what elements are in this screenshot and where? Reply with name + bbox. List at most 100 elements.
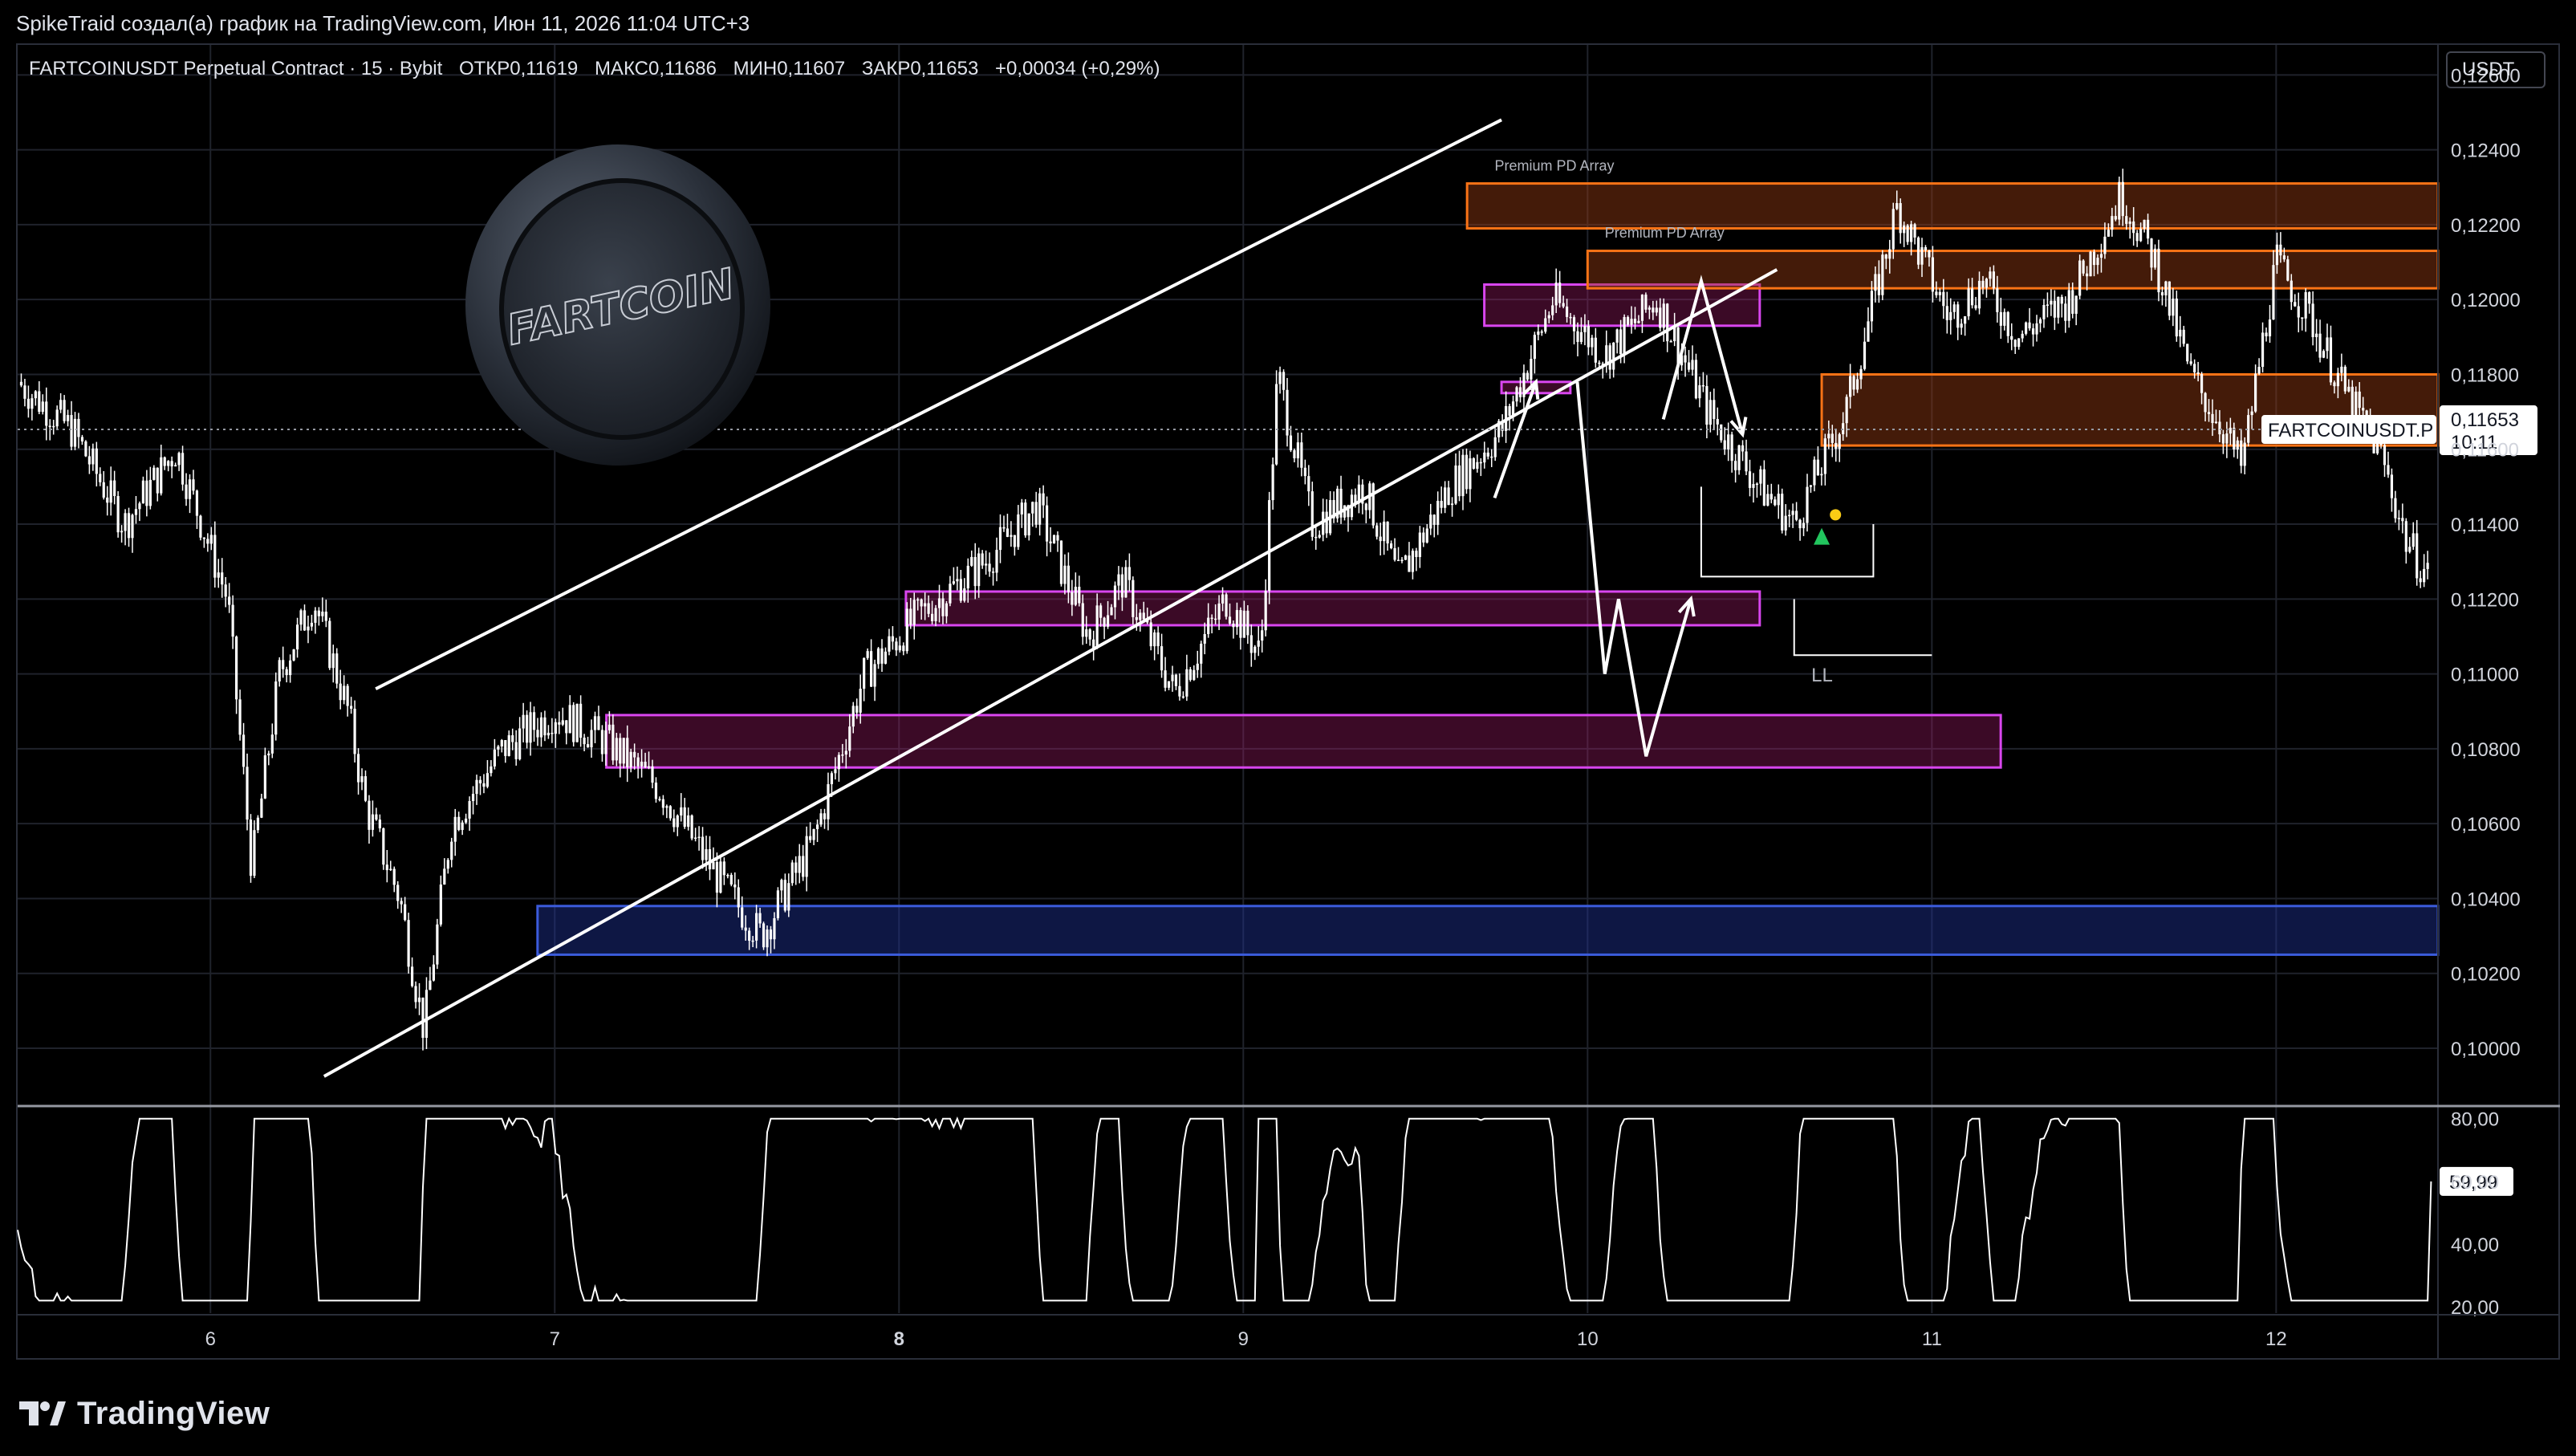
candle-body [2426, 563, 2429, 569]
y-tick-label: 0,11600 [2451, 440, 2519, 462]
structure-bracket [1700, 486, 1875, 578]
candle-body [99, 474, 102, 482]
candle-body [1171, 674, 1174, 681]
candle-body [1794, 510, 1798, 520]
candle-body [2265, 332, 2268, 337]
candle-body [1303, 467, 1306, 477]
candle-body [249, 820, 253, 876]
oscillator-tick-label: 60,00 [2451, 1172, 2499, 1194]
candle-body [1142, 612, 1145, 620]
x-tick-label: 10 [1577, 1328, 1599, 1350]
candle-body [1626, 317, 1630, 325]
candle-body [719, 861, 722, 893]
candle-body [2025, 322, 2028, 334]
candle-body [263, 755, 266, 799]
candle-body [815, 824, 819, 829]
candle-body [321, 612, 324, 616]
structure-bracket [1793, 599, 1932, 657]
candle-body [1063, 565, 1067, 584]
candle-body [2082, 260, 2085, 274]
candle-body [199, 515, 202, 538]
candle-body [1648, 307, 1651, 310]
candle-body [2172, 298, 2175, 316]
candle-body [465, 818, 468, 823]
candle-body [1938, 291, 1941, 295]
chart-canvas[interactable]: Premium PD Array Premium PD Array LL FARTCO… [0, 0, 2576, 1456]
candle-body [1870, 291, 1874, 322]
candle-body [776, 890, 780, 918]
candle-body [1404, 555, 1408, 560]
candle-body [400, 901, 403, 905]
candle-body [1235, 610, 1239, 628]
candle-body [1569, 316, 1572, 319]
candle-body [138, 503, 141, 510]
candle-body [30, 398, 34, 409]
candle-body [586, 744, 590, 748]
candle-body [668, 806, 672, 819]
candle-body [70, 415, 73, 447]
candle-body [1013, 535, 1016, 547]
candle-body [579, 703, 583, 738]
candle-body [1425, 528, 1428, 543]
candle-body [2204, 392, 2207, 413]
candle-body [1942, 291, 1945, 307]
candle-body [1591, 337, 1594, 348]
candle-body [160, 457, 163, 494]
candle-body [1006, 528, 1010, 537]
candle-body [715, 862, 719, 893]
candle-body [439, 885, 442, 925]
candle-body [895, 641, 898, 651]
candle-body [192, 479, 195, 491]
candle-body [2416, 533, 2419, 579]
candle-body [1928, 250, 1931, 258]
candle-body [930, 613, 934, 621]
candle-body [629, 751, 632, 767]
candle-body [339, 683, 342, 701]
x-tick-label: 7 [550, 1328, 560, 1350]
candle-body [2397, 518, 2400, 519]
candle-body [213, 535, 217, 578]
currency-selector[interactable]: USDT [2446, 51, 2546, 88]
candle-body [1755, 483, 1759, 486]
candle-body [2182, 329, 2185, 344]
candle-body [780, 880, 783, 891]
candle-body [1364, 503, 1367, 510]
candle-body [912, 600, 916, 625]
tradingview-branding[interactable]: TradingView [18, 1393, 270, 1434]
candle-body [1999, 311, 2002, 326]
candle-body [741, 907, 744, 928]
candle-body [1781, 494, 1784, 531]
candle-body [937, 598, 941, 608]
candle-body [23, 385, 26, 399]
candle-body [1644, 295, 1648, 310]
candle-body [1737, 445, 1741, 470]
candle-body [583, 738, 586, 745]
candle-body [2343, 366, 2346, 392]
candle-body [87, 456, 91, 465]
candle-body [1483, 452, 1486, 463]
candle-body [1289, 435, 1293, 450]
candle-body [1071, 592, 1074, 605]
candle-body [1691, 360, 1694, 370]
candle-body [1816, 459, 1820, 476]
candle-body [1587, 326, 1590, 348]
candle-body [1863, 341, 1867, 369]
candle-body [1891, 209, 1895, 250]
candle-body [708, 849, 712, 870]
candle-body [1662, 303, 1665, 328]
candle-body [260, 798, 263, 818]
candle-body [1615, 329, 1619, 343]
symbol-name[interactable]: FARTCOINUSDT Perpetual Contract · 15 · B… [29, 58, 442, 79]
candle-body [827, 783, 830, 820]
candle-body [751, 940, 754, 942]
candle-body [802, 856, 805, 877]
candle-body [475, 779, 478, 795]
candle-body [1511, 401, 1515, 416]
candle-body [551, 732, 554, 734]
candle-body [558, 722, 561, 725]
candle-body [1261, 630, 1264, 641]
candle-body [2189, 361, 2192, 364]
candle-body [1160, 646, 1164, 671]
candle-body [1139, 612, 1142, 620]
candle-body [916, 599, 920, 601]
